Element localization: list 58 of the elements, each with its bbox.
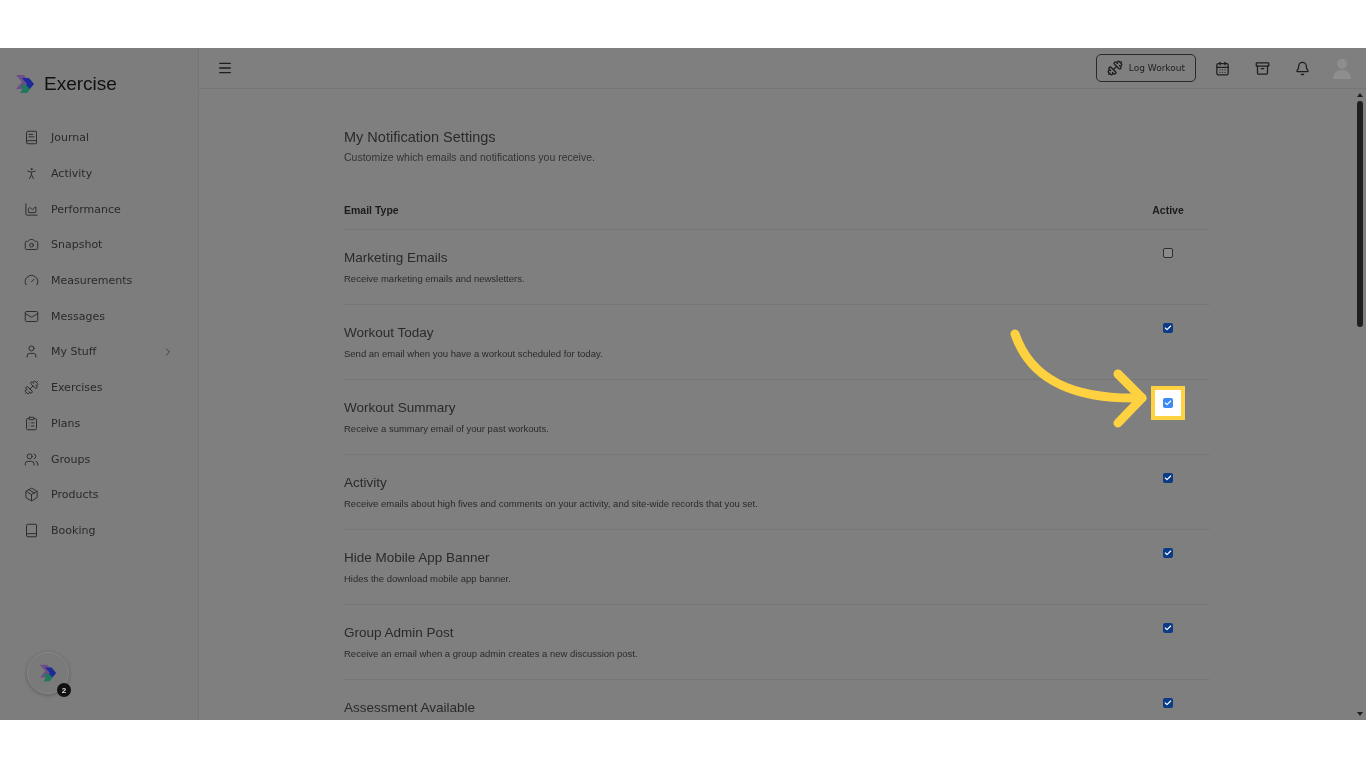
setting-title: Hide Mobile App Banner <box>344 550 491 565</box>
sidebar-item[interactable]: Booking <box>24 512 174 549</box>
nav-icon <box>24 522 39 538</box>
logo-icon <box>38 663 58 683</box>
dumbbell-icon <box>1106 60 1123 76</box>
sidebar-item[interactable]: Journal <box>24 120 174 156</box>
setting-title: Workout Summary <box>344 400 457 415</box>
sidebar-item[interactable]: Exercises <box>24 369 174 406</box>
checkbox[interactable] <box>1163 698 1173 708</box>
column-header: Email Type <box>344 204 399 216</box>
setting-title: Workout Today <box>344 325 435 340</box>
sidebar-item[interactable]: Activity <box>24 155 174 192</box>
calendar-icon <box>1214 60 1230 76</box>
nav-icon <box>24 451 39 467</box>
setting-description: Receive a summary email of your past workouts. <box>344 423 549 434</box>
setting-title: Group Admin Post <box>344 625 455 640</box>
checkbox[interactable] <box>1163 623 1173 633</box>
nav-icon <box>24 487 39 503</box>
nav-icon <box>24 166 39 182</box>
sidebar-item[interactable]: Performance <box>24 191 174 228</box>
nav-icon <box>24 130 39 146</box>
nav-icon <box>24 308 39 324</box>
setting-description: Receive emails about high fives and comments on your activity, and site-wide records that you set. <box>344 498 758 509</box>
bell-icon <box>1294 60 1310 76</box>
checkbox[interactable] <box>1163 323 1173 333</box>
notification-badge: 2 <box>57 683 71 697</box>
setting-title: Activity <box>344 475 388 490</box>
nav-icon <box>24 415 39 431</box>
app-name: Exercise <box>44 73 117 95</box>
checkbox[interactable] <box>1163 248 1173 258</box>
box-icon <box>1254 60 1270 76</box>
setting-description: Receive marketing emails and newsletters. <box>344 273 525 284</box>
page-subtitle: Customize which emails and notifications you receive. <box>344 151 596 163</box>
nav-icon <box>24 237 39 253</box>
checkbox[interactable] <box>1163 548 1173 558</box>
setting-title: Marketing Emails <box>344 250 449 265</box>
column-header: Active <box>1151 204 1185 216</box>
setting-title: Assessment Available <box>344 700 476 715</box>
sidebar-item[interactable]: Snapshot <box>24 227 174 263</box>
setting-description: Receive an email when a group admin creates a new discussion post. <box>344 648 638 659</box>
chat-button[interactable]: 2 <box>27 652 69 694</box>
nav-icon <box>24 344 39 360</box>
nav-icon <box>24 201 39 217</box>
nav-icon <box>24 380 39 396</box>
sidebar-item[interactable]: My Stuff <box>24 334 174 370</box>
menu-icon <box>217 60 233 76</box>
sidebar-item[interactable]: Messages <box>24 298 174 335</box>
log-workout-button[interactable]: Log Workout <box>1095 54 1196 82</box>
page-title: My Notification Settings <box>344 129 497 145</box>
checkbox[interactable] <box>1163 473 1173 483</box>
sidebar-item[interactable]: Measurements <box>24 262 174 299</box>
logo-icon <box>14 73 36 95</box>
setting-description: Hides the download mobile app banner. <box>344 573 511 584</box>
checkbox[interactable] <box>1163 398 1173 408</box>
sidebar-item[interactable]: Plans <box>24 405 174 442</box>
sidebar-item[interactable]: Groups <box>24 441 174 477</box>
setting-description: Send an email when you have a workout scheduled for today. <box>344 348 603 359</box>
sidebar-item[interactable]: Products <box>24 476 174 513</box>
